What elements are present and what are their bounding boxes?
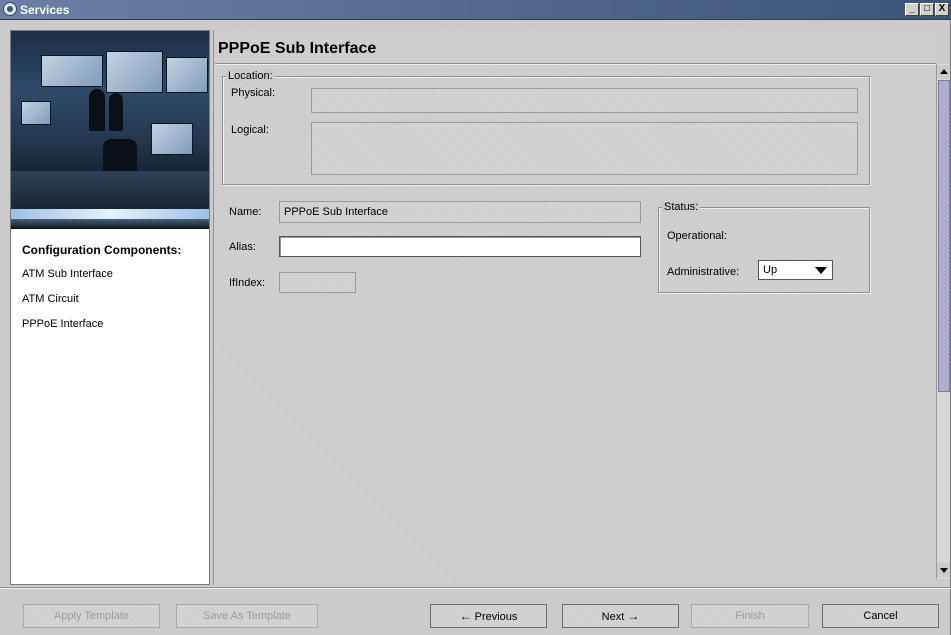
operational-label: Operational: xyxy=(667,230,727,242)
finish-button[interactable]: Finish xyxy=(691,604,809,628)
services-icon xyxy=(3,2,17,16)
next-button[interactable]: Next → xyxy=(562,604,679,628)
close-button[interactable]: X xyxy=(935,3,949,16)
logical-field[interactable] xyxy=(311,122,858,175)
previous-label: Previous xyxy=(474,611,518,623)
arrow-left-icon: ← xyxy=(459,609,472,623)
physical-field[interactable] xyxy=(311,88,858,113)
status-legend: Status: xyxy=(662,201,701,213)
sidebar: Configuration Components: ATM Sub Interf… xyxy=(10,30,210,585)
arrow-right-icon: → xyxy=(627,609,640,623)
sidebar-item-atm-circuit[interactable]: ATM Circuit xyxy=(22,293,79,305)
administrative-selected-value: Up xyxy=(763,264,778,276)
name-label: Name: xyxy=(229,206,262,218)
alias-input[interactable] xyxy=(279,236,641,257)
minimize-button[interactable]: _ xyxy=(905,3,919,16)
sidebar-item-atm-sub-interface[interactable]: ATM Sub Interface xyxy=(22,268,113,280)
maximize-button[interactable]: □ xyxy=(920,3,934,16)
status-group xyxy=(658,207,870,293)
footer-divider xyxy=(0,587,951,589)
title-bar[interactable]: Services _ □ X xyxy=(0,0,951,20)
sidebar-item-pppoe-interface[interactable]: PPPoE Interface xyxy=(22,318,103,330)
chevron-down-icon[interactable] xyxy=(812,263,830,277)
location-legend: Location: xyxy=(226,70,275,82)
administrative-label: Administrative: xyxy=(667,266,740,278)
cancel-button[interactable]: Cancel xyxy=(822,604,939,628)
administrative-select[interactable]: Up xyxy=(758,260,833,280)
scroll-up-arrow-icon[interactable] xyxy=(937,65,951,79)
next-label: Next xyxy=(601,611,625,623)
alias-label: Alias: xyxy=(229,241,256,253)
previous-button[interactable]: ← Previous xyxy=(430,604,547,628)
name-value: PPPoE Sub Interface xyxy=(284,206,388,218)
apply-template-button[interactable]: Apply Template xyxy=(23,604,160,628)
physical-label: Physical: xyxy=(231,87,276,99)
save-as-template-button[interactable]: Save As Template xyxy=(176,604,318,628)
control-room-image xyxy=(11,31,209,229)
name-field[interactable]: PPPoE Sub Interface xyxy=(279,201,641,223)
ifindex-label: IfIndex: xyxy=(229,277,266,289)
window-title: Services xyxy=(20,3,70,17)
ifindex-field[interactable] xyxy=(279,272,356,293)
scroll-down-arrow-icon[interactable] xyxy=(937,563,951,577)
title-divider xyxy=(215,63,936,65)
vertical-scrollbar[interactable] xyxy=(936,64,951,579)
logical-label: Logical: xyxy=(231,124,269,136)
scrollbar-thumb[interactable] xyxy=(938,80,950,392)
configuration-components-heading: Configuration Components: xyxy=(22,243,182,257)
page-title: PPPoE Sub Interface xyxy=(218,40,377,57)
